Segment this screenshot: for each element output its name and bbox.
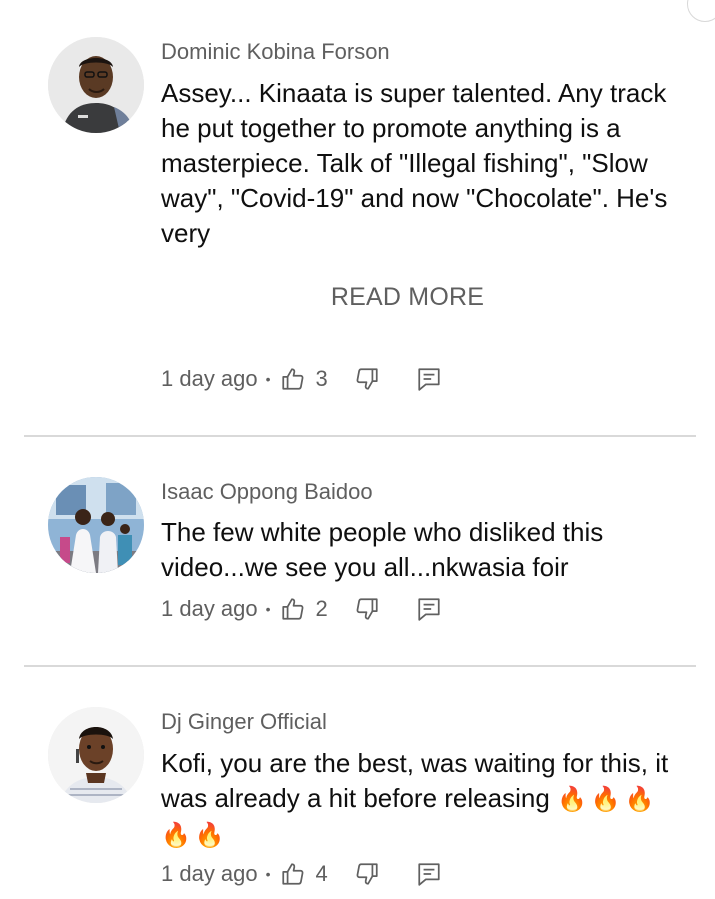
comment-timestamp: 1 day ago [161, 861, 258, 886]
like-count: 3 [315, 366, 328, 391]
avatar[interactable] [48, 37, 144, 133]
avatar[interactable] [48, 707, 144, 803]
separator-dot: • [265, 866, 271, 882]
reply-comment-icon[interactable] [416, 366, 442, 392]
comment-actions: 1 day ago • 4 [161, 859, 442, 889]
thumbs-up-icon[interactable] [280, 861, 306, 887]
comment-actions: 1 day ago • 2 [161, 594, 442, 624]
comment-divider [24, 435, 696, 437]
comment-divider [24, 665, 696, 667]
thumbs-up-icon[interactable] [280, 596, 306, 622]
read-more-button[interactable]: READ MORE [0, 283, 715, 312]
comment-author[interactable]: Dj Ginger Official [161, 708, 327, 736]
corner-button[interactable] [687, 0, 715, 22]
comment-text: Kofi, you are the best, was waiting for … [161, 746, 681, 853]
comment-actions: 1 day ago • 3 [161, 364, 442, 394]
comment-timestamp: 1 day ago [161, 596, 258, 621]
comment-timestamp: 1 day ago [161, 366, 258, 391]
avatar[interactable] [48, 477, 144, 573]
reply-comment-icon[interactable] [416, 861, 442, 887]
reply-comment-icon[interactable] [416, 596, 442, 622]
like-count: 2 [315, 596, 328, 621]
thumbs-down-icon[interactable] [354, 861, 380, 887]
comment-author[interactable]: Dominic Kobina Forson [161, 38, 390, 66]
comment-author[interactable]: Isaac Oppong Baidoo [161, 478, 373, 506]
separator-dot: • [265, 371, 271, 387]
thumbs-down-icon[interactable] [354, 596, 380, 622]
separator-dot: • [265, 601, 271, 617]
thumbs-down-icon[interactable] [354, 366, 380, 392]
like-count: 4 [315, 861, 328, 886]
thumbs-up-icon[interactable] [280, 366, 306, 392]
comment-text: The few white people who disliked this v… [161, 517, 604, 582]
comment-text: Assey... Kinaata is super talented. Any … [161, 78, 668, 248]
